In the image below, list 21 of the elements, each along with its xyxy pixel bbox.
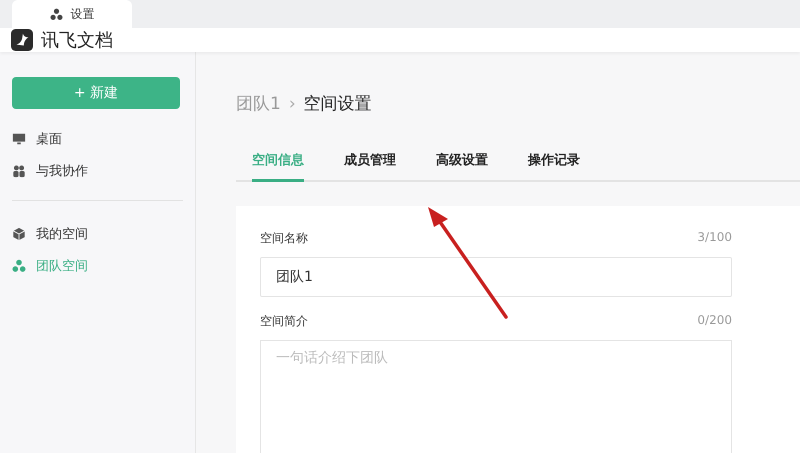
team-icon [50, 8, 62, 20]
tab[interactable]: 高级设置 [436, 145, 488, 182]
field-label: 空间名称 [260, 230, 308, 247]
monitor-icon [12, 132, 26, 146]
sidebar-item[interactable]: 我的空间 [12, 218, 183, 250]
character-count: 3/100 [697, 230, 732, 246]
field-label: 空间简介 [260, 313, 308, 330]
team-icon [12, 259, 26, 273]
breadcrumb-separator: › [288, 94, 296, 114]
description-field[interactable]: 一句话介绍下团队 [260, 340, 732, 453]
browser-tab[interactable]: 设置 [12, 0, 132, 28]
cube-icon [12, 227, 26, 241]
sidebar-item[interactable]: 桌面 [12, 123, 183, 155]
character-count: 0/200 [697, 313, 732, 329]
sidebar-item[interactable]: 与我协作 [12, 155, 183, 187]
tab[interactable]: 操作记录 [528, 145, 580, 182]
name-field[interactable]: 团队1 [260, 257, 732, 297]
page-title: 空间设置 [304, 93, 372, 115]
people-icon [12, 164, 26, 178]
app-name: 讯飞文档 [41, 29, 113, 52]
tab[interactable]: 成员管理 [344, 145, 396, 182]
